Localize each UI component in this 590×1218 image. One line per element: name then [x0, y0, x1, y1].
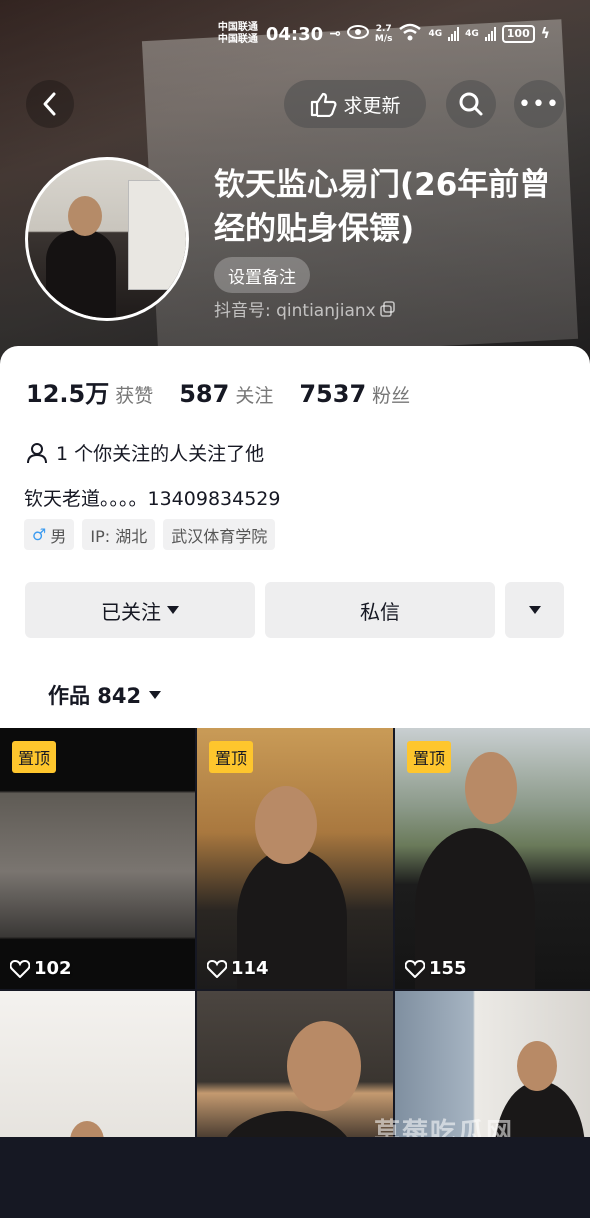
- douyin-id-text: 抖音号: qintianjianx: [214, 301, 376, 321]
- stat-likes[interactable]: 12.5万 获赞: [26, 374, 153, 409]
- heart-icon: [207, 959, 227, 978]
- network-speed: 2.7 M/s: [374, 24, 393, 44]
- school-tag[interactable]: 武汉体育学院: [163, 519, 276, 550]
- avatar[interactable]: [25, 157, 189, 321]
- status-bar: 中国联通 中国联通 04:30 ⊸ 2.7 M/s 4G 4G 100 ϟ: [218, 22, 550, 46]
- person-icon: [27, 442, 47, 463]
- copy-icon: [379, 300, 395, 317]
- profile-card: 12.5万 获赞 587 关注 7537 粉丝 1 个你关注的人关注了他 钦天老…: [0, 346, 590, 728]
- heart-icon: [10, 959, 30, 978]
- signal-icon: [448, 27, 460, 41]
- caret-down-icon: [167, 606, 179, 614]
- profile-header: 中国联通 中国联通 04:30 ⊸ 2.7 M/s 4G 4G 100 ϟ 求更…: [0, 0, 590, 380]
- caret-down-icon: [528, 606, 541, 614]
- profile-name: 钦天监心易门(26年前曾经的贴身保镖): [214, 167, 551, 247]
- search-button[interactable]: [446, 80, 496, 128]
- back-button[interactable]: [26, 80, 74, 128]
- more-options-button[interactable]: •••: [514, 80, 564, 128]
- heart-icon: [405, 959, 425, 978]
- pinned-badge: 置顶: [209, 741, 254, 773]
- more-icon: •••: [518, 91, 560, 117]
- caret-down-icon: [149, 691, 162, 699]
- request-update-label: 求更新: [343, 94, 401, 117]
- signal-icon-2: [484, 27, 496, 41]
- request-update-button[interactable]: 求更新: [284, 80, 426, 128]
- charging-icon: ϟ: [540, 26, 550, 42]
- video-likes: 102: [10, 958, 72, 979]
- carrier-labels: 中国联通 中国联通: [217, 22, 258, 45]
- key-icon: ⊸: [329, 26, 341, 42]
- video-tile[interactable]: 置顶 114: [197, 728, 393, 989]
- male-icon: ♂: [32, 525, 47, 544]
- ip-location-tag: IP: 湖北: [82, 519, 156, 550]
- video-likes: 114: [207, 958, 269, 979]
- search-icon: [459, 92, 483, 116]
- status-time: 04:30: [265, 23, 324, 45]
- network-type-1: 4G: [428, 29, 443, 39]
- following-button[interactable]: 已关注: [25, 582, 255, 638]
- profile-bio: 钦天老道。。。。13409834529: [24, 488, 281, 510]
- battery-icon: 100: [501, 25, 535, 43]
- bottom-bar: [0, 1137, 590, 1218]
- video-likes: 155: [405, 958, 467, 979]
- tab-works[interactable]: 作品 842: [48, 680, 162, 710]
- network-type-2: 4G: [465, 29, 479, 39]
- video-tile[interactable]: 置顶 155: [395, 728, 590, 989]
- wifi-icon: [398, 23, 422, 45]
- chevron-left-icon: [43, 92, 56, 116]
- profile-tags: ♂ 男 IP: 湖北 武汉体育学院: [24, 519, 276, 550]
- message-button[interactable]: 私信: [265, 582, 495, 638]
- mutual-followers[interactable]: 1 个你关注的人关注了他: [26, 439, 264, 466]
- eye-icon: [346, 25, 369, 43]
- thumbs-up-icon: [311, 92, 337, 117]
- douyin-id[interactable]: 抖音号: qintianjianx: [214, 296, 396, 321]
- profile-stats: 12.5万 获赞 587 关注 7537 粉丝: [26, 374, 410, 409]
- stat-following[interactable]: 587 关注: [179, 380, 273, 408]
- video-tile[interactable]: 置顶 102: [0, 728, 195, 989]
- pinned-badge: 置顶: [407, 741, 452, 773]
- gender-tag: ♂ 男: [24, 519, 75, 550]
- stat-followers[interactable]: 7537 粉丝: [299, 380, 410, 408]
- set-remark-button[interactable]: 设置备注: [214, 257, 310, 293]
- pinned-badge: 置顶: [12, 741, 57, 773]
- profile-actions: 已关注 私信: [25, 582, 564, 638]
- mutual-followers-text: 1 个你关注的人关注了他: [56, 443, 265, 465]
- recommend-dropdown-button[interactable]: [505, 582, 564, 638]
